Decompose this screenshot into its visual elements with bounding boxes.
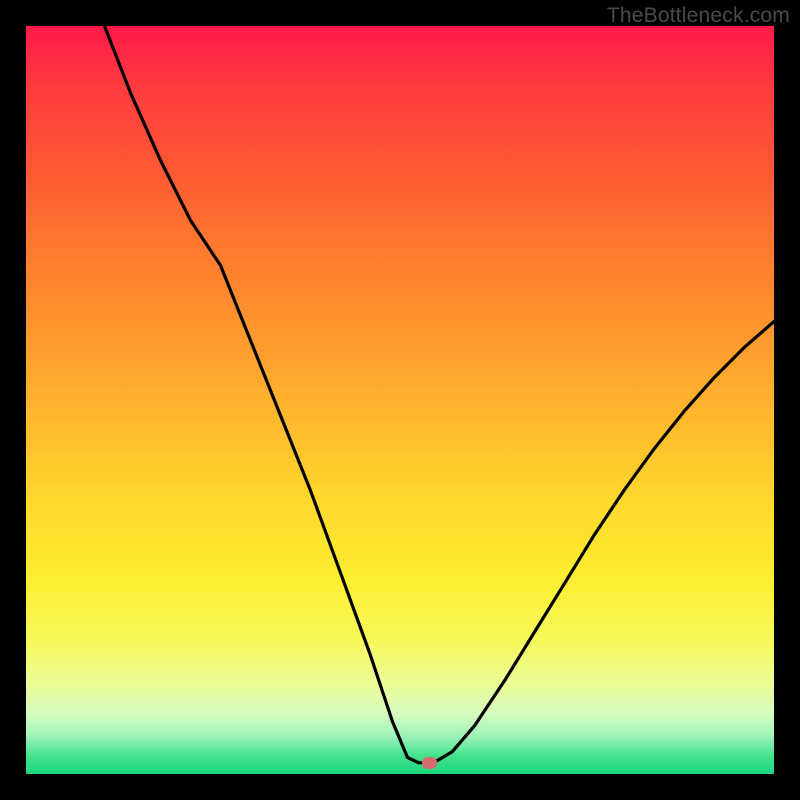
chart-frame: TheBottleneck.com	[0, 0, 800, 800]
watermark-text: TheBottleneck.com	[607, 4, 790, 28]
plot-area	[26, 26, 774, 774]
optimum-marker	[422, 757, 437, 769]
bottleneck-curve	[26, 26, 774, 774]
